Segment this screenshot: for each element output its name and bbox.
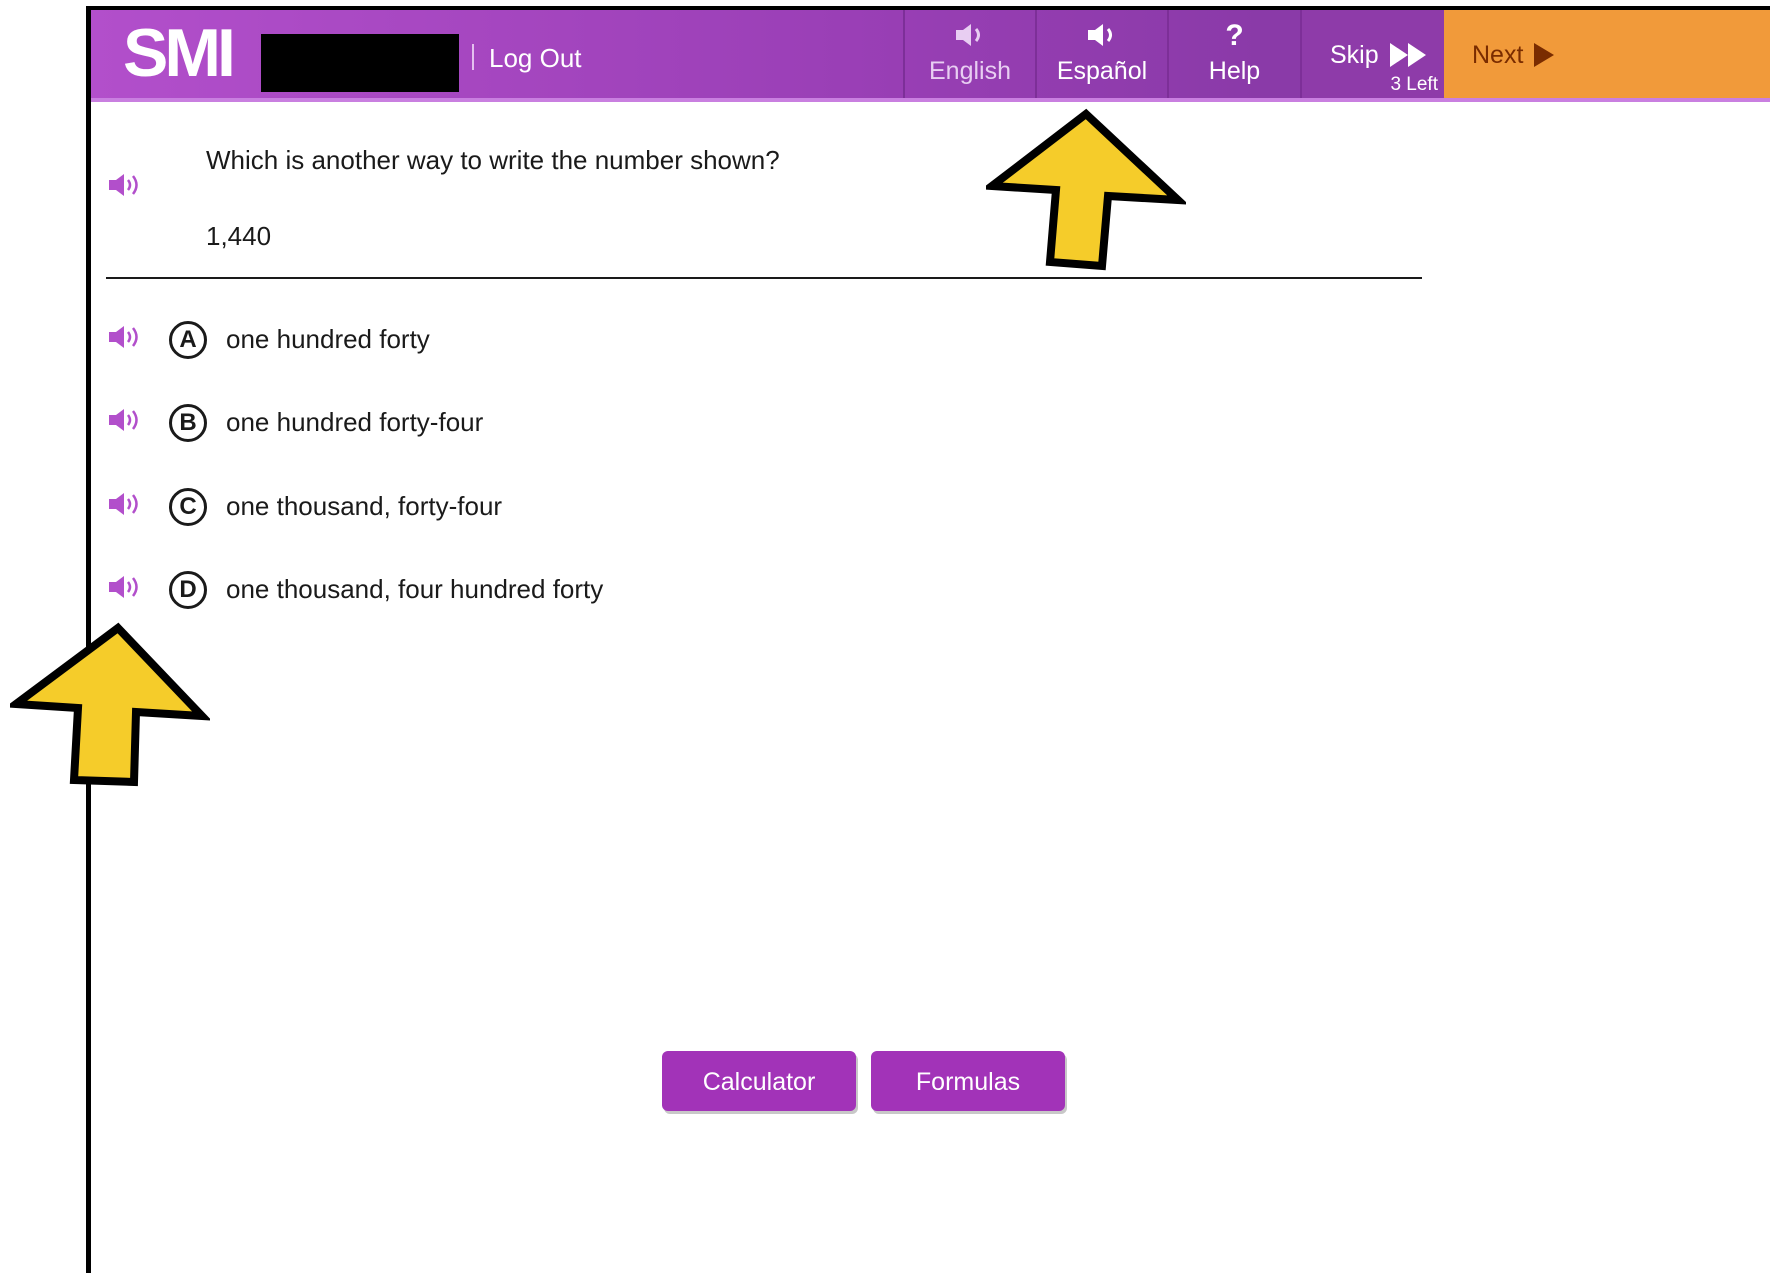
choice-text: one thousand, forty-four — [226, 491, 503, 521]
choice-letter-badge[interactable]: B — [169, 404, 207, 442]
calculator-button[interactable]: Calculator — [662, 1051, 856, 1111]
espanol-audio-button[interactable]: Español — [1035, 10, 1167, 98]
redacted-username — [261, 34, 459, 92]
choice-text: one hundred forty-four — [226, 407, 484, 437]
answer-choice-a[interactable]: A one hundred forty — [108, 318, 1008, 364]
smi-logo: SMI — [123, 15, 236, 91]
next-label: Next — [1472, 41, 1524, 69]
espanol-label: Español — [1056, 57, 1148, 85]
fast-forward-icon — [1390, 41, 1430, 74]
arrow-up-icon — [10, 622, 210, 787]
speaker-icon[interactable] — [108, 491, 142, 522]
logout-link[interactable]: Log Out — [489, 42, 582, 74]
help-button[interactable]: ? Help — [1167, 10, 1300, 98]
next-button[interactable]: Next — [1444, 10, 1770, 98]
answer-choice-c[interactable]: C one thousand, forty-four — [108, 485, 1008, 531]
play-icon — [1532, 41, 1556, 74]
question-prompt: Which is another way to write the number… — [206, 145, 780, 175]
speaker-icon — [1037, 22, 1167, 50]
speaker-icon — [905, 22, 1035, 50]
skips-remaining: 3 Left — [1390, 74, 1438, 95]
question-speaker-icon[interactable] — [108, 172, 142, 203]
speaker-icon[interactable] — [108, 407, 142, 438]
question-mark-icon: ? — [1225, 19, 1244, 52]
choice-text: one thousand, four hundred forty — [226, 574, 604, 604]
choice-letter-badge[interactable]: A — [169, 321, 207, 359]
answer-choice-d[interactable]: D one thousand, four hundred forty — [108, 568, 1008, 614]
arrow-up-icon — [986, 108, 1186, 271]
speaker-icon[interactable] — [108, 324, 142, 355]
skip-button[interactable]: Skip 3 Left — [1300, 10, 1446, 98]
help-label: Help — [1208, 57, 1261, 85]
choice-letter-badge[interactable]: D — [169, 571, 207, 609]
choice-letter-badge[interactable]: C — [169, 488, 207, 526]
top-navigation-bar: SMI Log Out English Español ? Help Skip … — [91, 10, 1770, 102]
english-label: English — [929, 57, 1011, 85]
logout-divider — [472, 44, 474, 70]
choice-text: one hundred forty — [226, 324, 430, 354]
english-audio-button[interactable]: English — [903, 10, 1035, 98]
speaker-icon[interactable] — [108, 574, 142, 605]
formulas-button[interactable]: Formulas — [871, 1051, 1065, 1111]
skip-label: Skip — [1330, 41, 1379, 69]
question-divider — [106, 277, 1422, 279]
answer-choice-b[interactable]: B one hundred forty-four — [108, 401, 1008, 447]
question-number: 1,440 — [206, 221, 272, 251]
